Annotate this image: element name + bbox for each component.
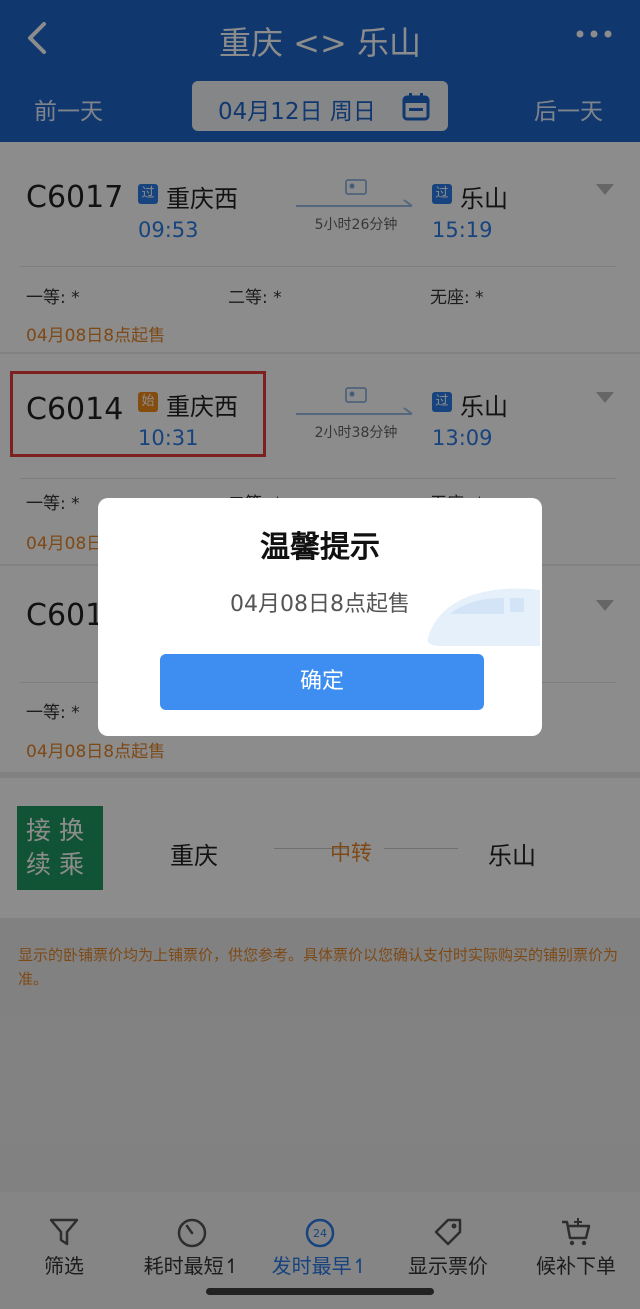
dialog-message: 04月08日8点起售: [230, 592, 410, 617]
confirm-button[interactable]: 确定: [160, 654, 484, 710]
dialog-title: 温馨提示: [260, 530, 380, 565]
home-indicator: [206, 1288, 434, 1295]
alert-dialog: 温馨提示 04月08日8点起售 确定: [98, 498, 542, 736]
